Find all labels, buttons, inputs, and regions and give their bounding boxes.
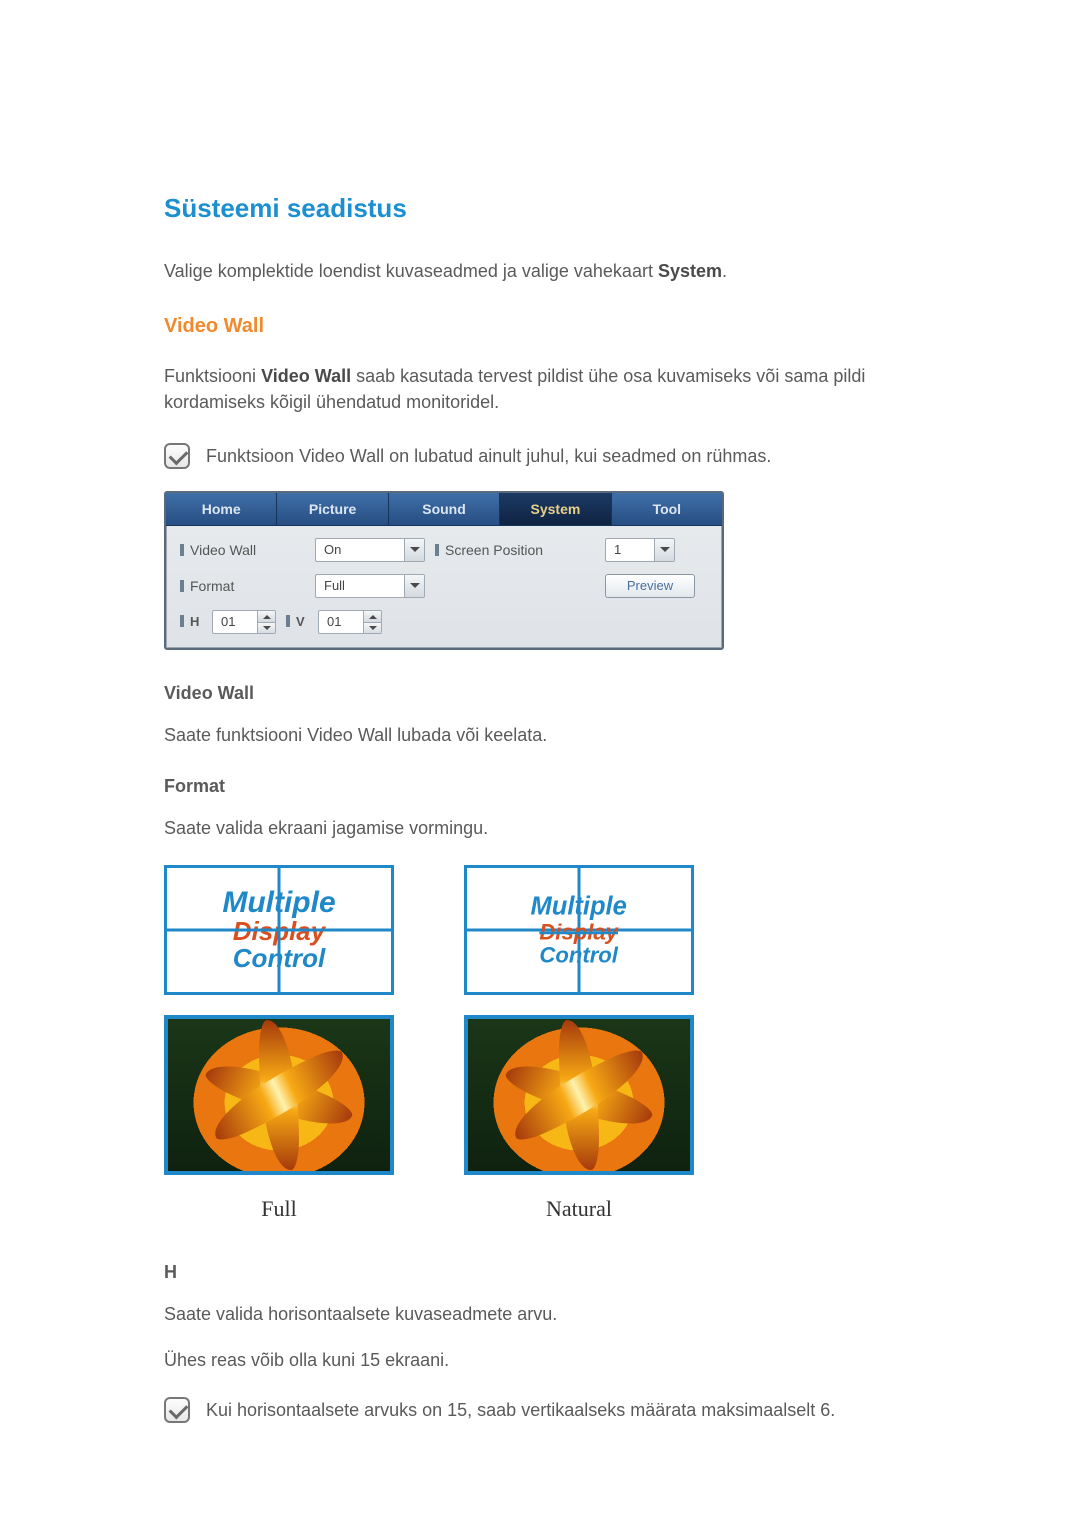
- spinner-up-icon[interactable]: [258, 611, 275, 623]
- note-row-h: Kui horisontaalsete arvuks on 15, saab v…: [164, 1397, 916, 1423]
- screen-position-value: 1: [606, 539, 654, 561]
- v-spinner[interactable]: 01: [318, 610, 382, 634]
- vw-sub-pre: Saate funktsiooni: [164, 725, 307, 745]
- tab-picture[interactable]: Picture: [277, 493, 388, 526]
- video-wall-sub-text: Saate funktsiooni Video Wall lubada või …: [164, 722, 916, 748]
- spinner-up-icon[interactable]: [364, 611, 381, 623]
- v-value: 01: [319, 611, 363, 633]
- mdc-l2: Display: [531, 920, 627, 943]
- tab-tool[interactable]: Tool: [612, 493, 722, 526]
- format-figures: Multiple Display Control Multiple Displa…: [164, 865, 916, 995]
- video-wall-label: Video Wall: [180, 540, 305, 560]
- flower-petal: [559, 1020, 599, 1170]
- h-text-1: Saate valida horisontaalsete kuvaseadmet…: [164, 1301, 916, 1327]
- spinner-buttons[interactable]: [363, 611, 381, 633]
- spinner-down-icon[interactable]: [258, 623, 275, 634]
- video-wall-heading: Video Wall: [164, 312, 916, 341]
- panel-body: Video Wall On Screen Position 1 Format F…: [166, 526, 722, 648]
- figure-natural-text: Multiple Display Control: [464, 865, 694, 995]
- mdc-l1: Multiple: [531, 893, 627, 920]
- flower-full: [164, 1015, 394, 1175]
- h-note-text: Kui horisontaalsete arvuks on 15, saab v…: [206, 1397, 835, 1423]
- vw-sub-post: lubada või keelata.: [392, 725, 547, 745]
- vw-desc-bold: Video Wall: [261, 366, 351, 386]
- tab-sound[interactable]: Sound: [389, 493, 500, 526]
- caption-row: Full Natural: [164, 1193, 916, 1225]
- note-row: Funktsioon Video Wall on lubatud ainult …: [164, 443, 916, 469]
- hv-row: H 01 V 01: [180, 610, 425, 634]
- page-title: Süsteemi seadistus: [164, 190, 916, 228]
- format-heading: Format: [164, 773, 916, 799]
- note-icon: [164, 443, 190, 469]
- preview-button[interactable]: Preview: [605, 574, 695, 598]
- note-text: Funktsioon Video Wall on lubatud ainult …: [206, 443, 771, 469]
- mdc-text: Multiple Display Control: [531, 893, 627, 966]
- vw-sub-bold: Video Wall: [307, 725, 392, 745]
- grid-natural-mdc: Multiple Display Control: [464, 865, 694, 995]
- system-panel: Home Picture Sound System Tool Video Wal…: [164, 491, 724, 650]
- intro-post: .: [722, 261, 727, 281]
- v-label: V: [286, 613, 308, 632]
- video-wall-dropdown[interactable]: On: [315, 538, 425, 562]
- format-label: Format: [180, 576, 305, 596]
- grid-hline: [167, 928, 391, 931]
- figure-full-text: Multiple Display Control: [164, 865, 394, 995]
- h-text-2: Ühes reas võib olla kuni 15 ekraani.: [164, 1347, 916, 1373]
- caption-full: Full: [164, 1193, 394, 1225]
- spinner-down-icon[interactable]: [364, 623, 381, 634]
- tab-system[interactable]: System: [500, 493, 611, 526]
- vw-note-bold: Video Wall: [299, 446, 384, 466]
- intro-pre: Valige komplektide loendist kuvaseadmed …: [164, 261, 658, 281]
- chevron-down-icon[interactable]: [404, 539, 424, 561]
- vw-note-post: on lubatud ainult juhul, kui seadmed on …: [384, 446, 771, 466]
- flower-petal: [259, 1020, 299, 1170]
- tab-home[interactable]: Home: [166, 493, 277, 526]
- flower-row: [164, 1015, 916, 1175]
- h-value: 01: [213, 611, 257, 633]
- flower-natural: [464, 1015, 694, 1175]
- format-value: Full: [316, 575, 404, 597]
- chevron-down-icon[interactable]: [404, 575, 424, 597]
- tab-bar: Home Picture Sound System Tool: [166, 493, 722, 526]
- caption-natural: Natural: [464, 1193, 694, 1225]
- format-text: Saate valida ekraani jagamise vormingu.: [164, 815, 916, 841]
- h-heading: H: [164, 1259, 916, 1285]
- mdc-l3: Control: [531, 943, 627, 966]
- grid-full-mdc: Multiple Display Control: [164, 865, 394, 995]
- intro-bold: System: [658, 261, 722, 281]
- h-label: H: [180, 613, 202, 632]
- format-dropdown[interactable]: Full: [315, 574, 425, 598]
- video-wall-desc: Funktsiooni Video Wall saab kasutada ter…: [164, 363, 916, 415]
- screen-position-label: Screen Position: [435, 540, 595, 560]
- chevron-down-icon[interactable]: [654, 539, 674, 561]
- intro-text: Valige komplektide loendist kuvaseadmed …: [164, 258, 916, 284]
- video-wall-value: On: [316, 539, 404, 561]
- note-icon: [164, 1397, 190, 1423]
- h-spinner[interactable]: 01: [212, 610, 276, 634]
- screen-position-dropdown[interactable]: 1: [605, 538, 675, 562]
- vw-note-pre: Funktsioon: [206, 446, 299, 466]
- vw-desc-pre: Funktsiooni: [164, 366, 261, 386]
- spinner-buttons[interactable]: [257, 611, 275, 633]
- video-wall-sub-heading: Video Wall: [164, 680, 916, 706]
